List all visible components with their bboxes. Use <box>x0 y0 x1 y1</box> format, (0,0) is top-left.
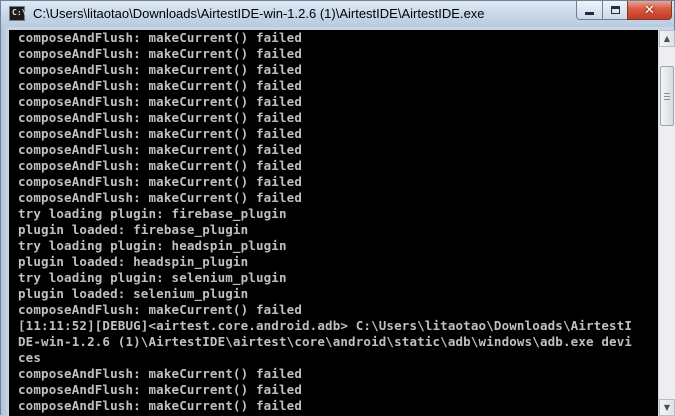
console-line: composeAndFlush: makeCurrent() failed <box>18 110 302 125</box>
console-line: composeAndFlush: makeCurrent() failed <box>18 142 302 157</box>
close-icon: ✕ <box>644 2 655 18</box>
scroll-up-button[interactable]: ▲ <box>659 30 675 47</box>
console-lines: composeAndFlush: makeCurrent() failed com… <box>18 30 632 414</box>
scroll-down-button[interactable]: ▼ <box>659 399 675 416</box>
scroll-thumb[interactable] <box>660 66 674 126</box>
minimize-button[interactable] <box>576 1 603 20</box>
console-line: composeAndFlush: makeCurrent() failed <box>18 366 302 381</box>
console-output[interactable]: composeAndFlush: makeCurrent() failed com… <box>9 30 658 416</box>
console-line: composeAndFlush: makeCurrent() failed <box>18 158 302 173</box>
console-line: try loading plugin: headspin_plugin <box>18 238 287 253</box>
maximize-icon <box>610 6 620 14</box>
console-line: composeAndFlush: makeCurrent() failed <box>18 302 302 317</box>
console-line: try loading plugin: firebase_plugin <box>18 206 287 221</box>
console-line: plugin loaded: firebase_plugin <box>18 222 249 237</box>
vertical-scrollbar[interactable]: ▲ ▼ <box>658 30 675 416</box>
console-line: composeAndFlush: makeCurrent() failed <box>18 398 302 413</box>
console-line: plugin loaded: headspin_plugin <box>18 254 249 269</box>
console-window: C:\ C:\Users\litaotao\Downloads\AirtestI… <box>0 0 675 416</box>
window-frame-left <box>1 27 9 416</box>
console-line: composeAndFlush: makeCurrent() failed <box>18 94 302 109</box>
console-line: composeAndFlush: makeCurrent() failed <box>18 126 302 141</box>
console-line: try loading plugin: selenium_plugin <box>18 270 287 285</box>
console-line: DE-win-1.2.6 (1)\AirtestIDE\airtest\core… <box>18 334 633 349</box>
console-line: composeAndFlush: makeCurrent() failed <box>18 78 302 93</box>
console-line: composeAndFlush: makeCurrent() failed <box>18 174 302 189</box>
console-line: ces <box>18 350 42 365</box>
arrow-down-icon: ▼ <box>663 403 671 412</box>
console-line: composeAndFlush: makeCurrent() failed <box>18 30 302 45</box>
minimize-icon <box>585 11 594 15</box>
grip-icon <box>664 92 670 100</box>
console-line: composeAndFlush: makeCurrent() failed <box>18 190 302 205</box>
console-line: composeAndFlush: makeCurrent() failed <box>18 62 302 77</box>
window-title: C:\Users\litaotao\Downloads\AirtestIDE-w… <box>33 6 485 21</box>
console-icon-prompt: C:\ <box>12 8 27 17</box>
console-icon[interactable]: C:\ <box>9 6 27 21</box>
console-line: composeAndFlush: makeCurrent() failed <box>18 382 302 397</box>
title-bar[interactable]: C:\ C:\Users\litaotao\Downloads\AirtestI… <box>1 1 674 27</box>
maximize-button[interactable] <box>602 1 628 20</box>
console-line: composeAndFlush: makeCurrent() failed <box>18 46 302 61</box>
console-line: plugin loaded: selenium_plugin <box>18 286 249 301</box>
arrow-up-icon: ▲ <box>663 34 671 43</box>
console-line: [11:11:52][DEBUG]<airtest.core.android.a… <box>18 318 633 333</box>
close-button[interactable]: ✕ <box>627 1 672 20</box>
